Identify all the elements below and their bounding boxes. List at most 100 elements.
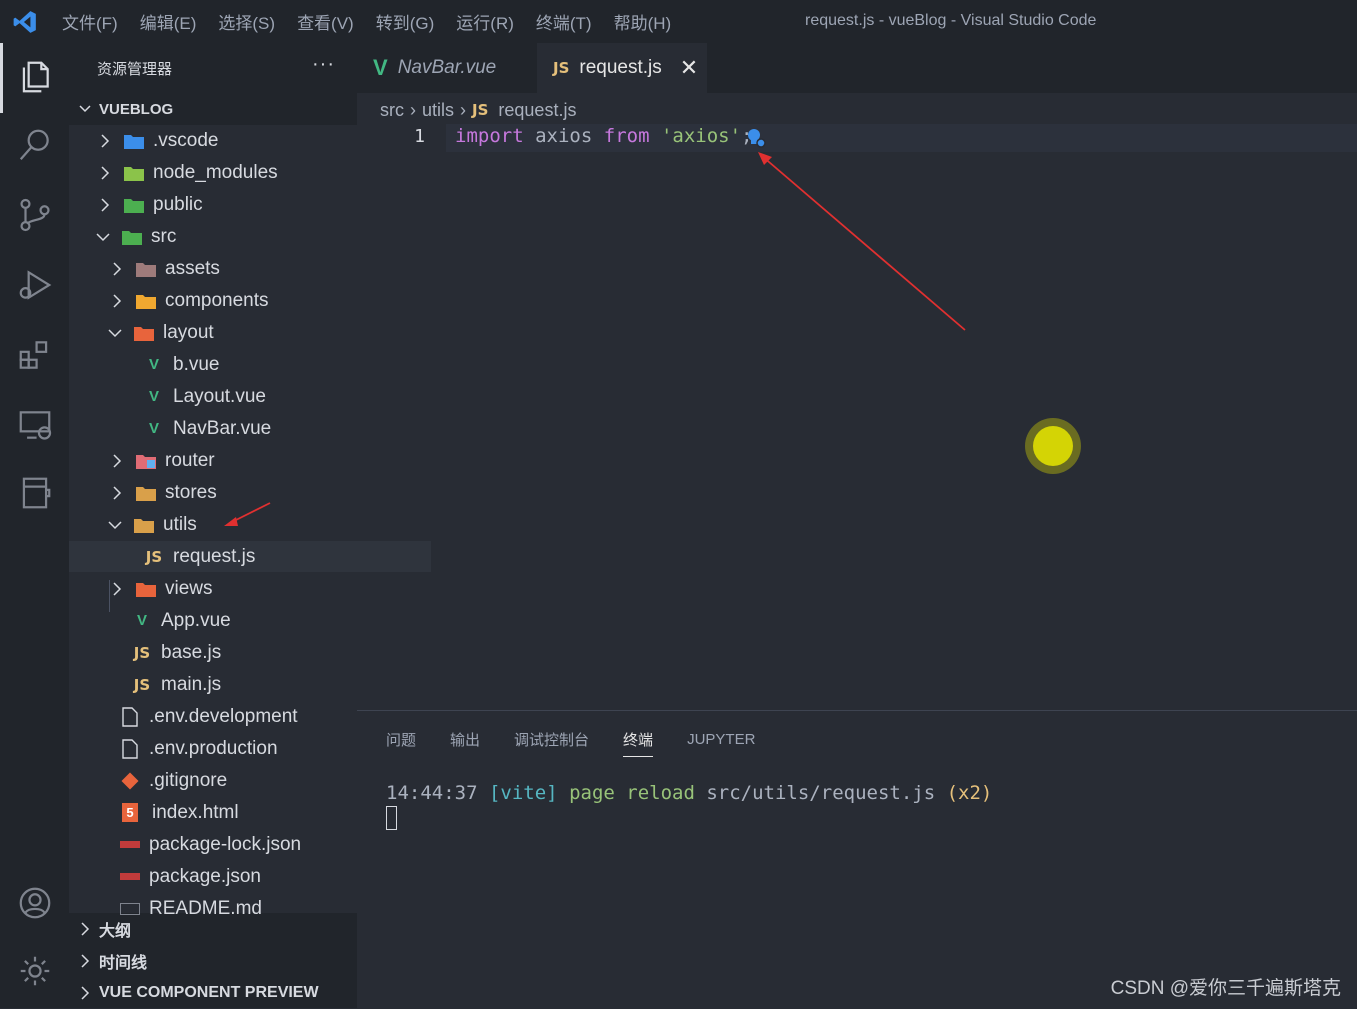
tree-item-node-modules[interactable]: node_modules [69,157,385,188]
vue-file-icon: V [373,55,388,80]
tree-item-components[interactable]: components [69,285,397,316]
account-icon[interactable] [0,873,69,933]
code-action-lightbulb-icon[interactable] [744,126,768,150]
tab-terminal[interactable]: 终端 [623,724,654,757]
tree-item-package-json[interactable]: package.json [69,861,407,892]
vscode-folder-icon [123,131,145,151]
panel-divider [357,710,1357,711]
tab-problems[interactable]: 问题 [386,724,416,754]
vscode-logo-icon [0,0,50,43]
source-control-icon[interactable] [0,185,69,245]
run-debug-icon[interactable] [0,255,69,315]
tree-item-env-development[interactable]: .env.development [69,701,407,732]
remote-explorer-icon[interactable] [0,395,69,455]
menu-view[interactable]: 查看(V) [297,9,354,34]
tree-item-views[interactable]: views [69,573,397,604]
breadcrumb-file[interactable]: request.js [498,100,576,121]
tree-item-router[interactable]: router [69,445,397,476]
chevron-right-icon [101,133,110,148]
menu-go[interactable]: 转到(G) [376,9,435,34]
explorer-icon[interactable] [0,47,69,107]
tree-item-utils[interactable]: utils [69,509,395,540]
tree-item-layout[interactable]: layout [69,317,395,348]
menu-terminal[interactable]: 终端(T) [536,9,592,34]
explorer-sidebar: 资源管理器 ··· VUEBLOG .vscode node_modules p… [69,43,431,1009]
activity-bar [0,43,69,1008]
explorer-title: 资源管理器 [97,60,173,78]
section-outline[interactable]: 大纲 [69,913,357,945]
settings-gear-icon[interactable] [0,941,69,1001]
search-icon[interactable] [0,115,69,175]
tab-request-js[interactable]: JS request.js ✕ [537,43,707,93]
menu-help[interactable]: 帮助(H) [614,9,672,34]
terminal-cursor [386,806,397,830]
chevron-right-icon [101,165,110,180]
title-bar: 文件(F) 编辑(E) 选择(S) 查看(V) 转到(G) 运行(R) 终端(T… [0,0,1357,43]
watermark: CSDN @爱你三千遍斯塔克 [1110,978,1341,999]
keyword-import: import [455,125,524,147]
npm-icon [119,835,141,855]
extensions-icon[interactable] [0,325,69,385]
tree-item-assets[interactable]: assets [69,253,397,284]
tree-item-vscode[interactable]: .vscode [69,125,385,156]
tree-item-base-js[interactable]: JS base.js [69,637,419,668]
tree-item-gitignore[interactable]: .gitignore [69,765,407,796]
tree-item-request-js[interactable]: JS request.js [69,541,431,572]
chevron-down-icon [79,105,91,113]
chevron-down-icon [108,328,122,337]
tree-item-layout-vue[interactable]: V Layout.vue [69,381,431,412]
menu-selection[interactable]: 选择(S) [218,9,275,34]
string-literal: 'axios' [660,125,742,147]
code-line[interactable]: import axios from 'axios'; [455,125,753,147]
html-file-icon: 5 [122,803,138,822]
breadcrumb-src[interactable]: src [380,100,404,121]
tree-item-main-js[interactable]: JS main.js [69,669,419,700]
tree-item-package-lock-json[interactable]: package-lock.json [69,829,407,860]
chevron-right-icon [113,453,122,468]
tree-item-env-production[interactable]: .env.production [69,733,407,764]
keyword-from: from [603,125,650,147]
assets-folder-icon [135,259,157,279]
project-folder-header[interactable]: VUEBLOG [69,93,357,125]
explorer-header: 资源管理器 ··· [69,43,357,93]
chevron-down-icon [96,232,110,241]
tab-navbar-vue[interactable]: V NavBar.vue [357,43,537,93]
notebook-icon[interactable] [0,463,69,523]
mouse-highlight-glow [1025,418,1081,474]
terminal-output[interactable]: 14:44:37 [vite] page reload src/utils/re… [386,782,992,804]
tree-item-app-vue[interactable]: V App.vue [69,605,419,636]
close-icon[interactable]: ✕ [680,55,698,81]
menu-run[interactable]: 运行(R) [456,9,514,34]
tree-item-index-html[interactable]: 5 index.html [69,797,407,828]
breadcrumb-utils[interactable]: utils [422,100,454,121]
components-folder-icon [135,291,157,311]
window-title: request.js - vueBlog - Visual Studio Cod… [805,12,1097,29]
js-file-icon: JS [133,643,151,662]
terminal-path: src/utils/request.js [706,782,936,804]
tree-item-public[interactable]: public [69,189,385,220]
tab-jupyter[interactable]: JUPYTER [687,724,755,754]
menu-bar: 文件(F) 编辑(E) 选择(S) 查看(V) 转到(G) 运行(R) 终端(T… [62,9,693,34]
breadcrumb: src › utils › JS request.js [380,96,576,124]
chevron-right-icon [81,986,90,1000]
more-actions-icon[interactable]: ··· [312,53,335,76]
tree-item-b-vue[interactable]: V b.vue [69,349,431,380]
folder-icon [135,483,157,503]
tree-item-stores[interactable]: stores [69,477,397,508]
views-folder-icon [135,579,157,599]
menu-file[interactable]: 文件(F) [62,9,118,34]
section-vue-component-preview[interactable]: VUE COMPONENT PREVIEW [69,977,357,1009]
identifier: axios [535,125,593,147]
vue-file-icon: V [148,356,159,373]
tab-output[interactable]: 输出 [450,724,480,754]
menu-edit[interactable]: 编辑(E) [140,9,197,34]
chevron-right-icon [113,581,122,596]
tree-item-src[interactable]: src [69,221,383,252]
tab-debug-console[interactable]: 调试控制台 [514,724,589,754]
terminal-message: page reload [569,782,695,804]
public-folder-icon [123,195,145,215]
npm-icon [119,867,141,887]
section-timeline[interactable]: 时间线 [69,945,357,977]
js-file-icon: JS [133,675,151,694]
tree-item-navbar-vue[interactable]: V NavBar.vue [69,413,431,444]
